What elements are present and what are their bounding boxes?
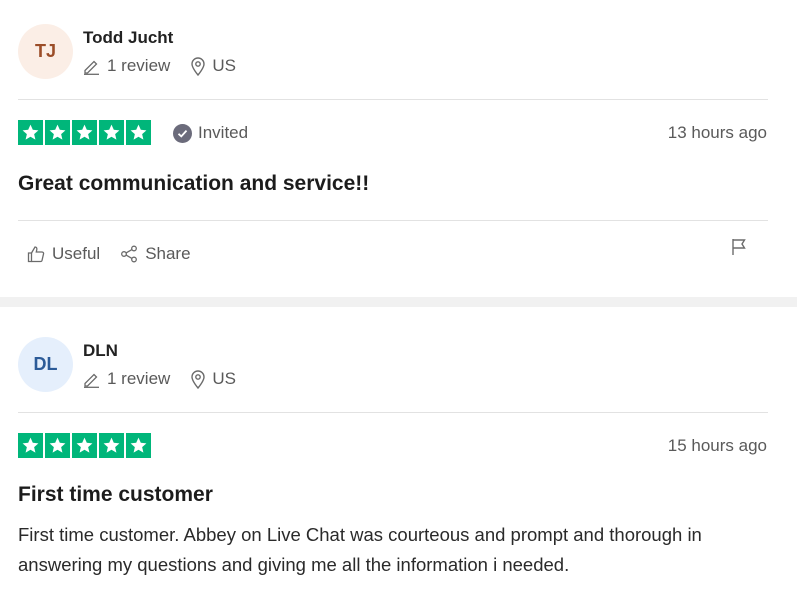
reviewer-country: US — [212, 56, 236, 75]
reviewer-meta: 1 review US — [83, 56, 236, 76]
location-pin-icon — [191, 56, 206, 76]
pencil-icon — [84, 373, 99, 388]
star-icon — [18, 120, 43, 145]
invited-badge[interactable]: Invited — [173, 123, 248, 143]
avatar[interactable]: DL — [18, 337, 73, 392]
useful-button[interactable]: Useful — [27, 244, 100, 264]
review-count: 1 review — [107, 56, 171, 75]
divider — [18, 220, 768, 221]
review-body: First time customer. Abbey on Live Chat … — [18, 524, 702, 575]
review-date: 15 hours ago — [667, 436, 767, 455]
flag-icon[interactable] — [731, 238, 747, 261]
pencil-icon — [84, 60, 99, 75]
star-icon — [45, 120, 70, 145]
star-icon — [45, 433, 70, 458]
review-card: DL DLN 1 review US 15 hours ago First ti… — [0, 307, 797, 613]
review-count: 1 review — [107, 369, 171, 388]
review-date: 13 hours ago — [667, 123, 767, 142]
share-icon — [121, 245, 138, 263]
reviewer-meta: 1 review US — [83, 369, 236, 389]
thumbs-up-icon — [27, 246, 45, 263]
divider — [18, 99, 768, 100]
review-title[interactable]: Great communication and service!! — [18, 172, 369, 196]
star-icon — [99, 433, 124, 458]
review-actions: Useful Share — [27, 244, 191, 264]
divider — [18, 412, 768, 413]
reviewer-name[interactable]: Todd Jucht — [83, 28, 173, 48]
share-button[interactable]: Share — [120, 244, 191, 264]
review-card: TJ Todd Jucht 1 review US Invited 13 hou… — [0, 0, 797, 297]
star-icon — [72, 433, 97, 458]
reviewer-country: US — [212, 369, 236, 388]
share-label: Share — [145, 244, 191, 263]
star-rating — [18, 120, 151, 145]
star-icon — [99, 120, 124, 145]
star-icon — [126, 433, 151, 458]
review-title[interactable]: First time customer — [18, 483, 213, 507]
location-pin-icon — [191, 369, 206, 389]
star-icon — [126, 120, 151, 145]
invited-label: Invited — [198, 123, 249, 142]
star-icon — [18, 433, 43, 458]
reviewer-name[interactable]: DLN — [83, 341, 118, 361]
star-rating — [18, 433, 151, 458]
check-circle-icon — [173, 123, 192, 143]
useful-label: Useful — [52, 244, 101, 263]
card-separator — [0, 297, 797, 307]
star-icon — [72, 120, 97, 145]
avatar[interactable]: TJ — [18, 24, 73, 79]
